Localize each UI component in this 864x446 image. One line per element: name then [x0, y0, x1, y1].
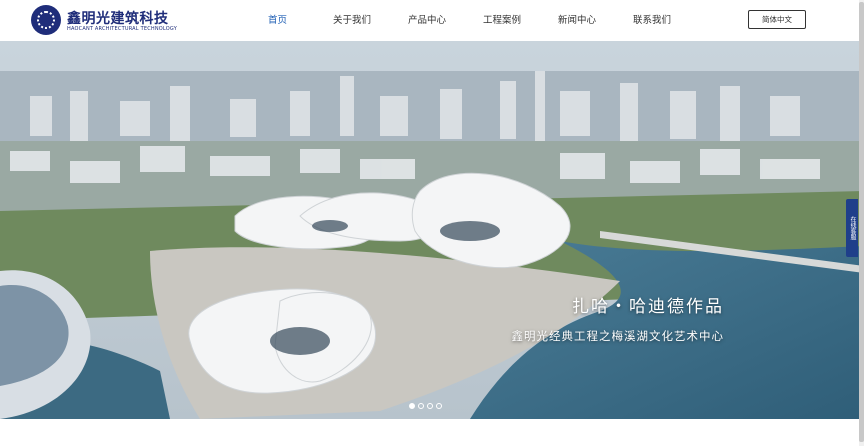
nav-item-home[interactable]: 首页	[268, 12, 287, 26]
scrollbar-thumb[interactable]	[859, 2, 864, 442]
carousel-dot[interactable]	[436, 403, 442, 409]
nav-item-about[interactable]: 关于我们	[333, 12, 371, 26]
carousel-dot[interactable]	[427, 403, 433, 409]
hero-banner[interactable]: 扎哈・哈迪德作品 鑫明光经典工程之梅溪湖文化艺术中心	[0, 41, 864, 419]
nav-item-contact[interactable]: 联系我们	[633, 12, 671, 26]
nav-item-products[interactable]: 产品中心	[408, 12, 446, 26]
carousel-dots	[409, 403, 442, 409]
site-header: 鑫明光建筑科技 HAOCANT ARCHITECTURAL TECHNOLOGY…	[0, 0, 864, 41]
main-nav: 首页 关于我们 产品中心 工程案例 新闻中心 联系我们	[0, 0, 864, 41]
carousel-dot[interactable]	[409, 403, 415, 409]
page-scrollbar[interactable]	[859, 0, 864, 446]
carousel-dot[interactable]	[418, 403, 424, 409]
online-service-tab[interactable]: 在线客服	[846, 199, 858, 257]
language-button[interactable]: 简体中文	[748, 10, 806, 29]
nav-item-news[interactable]: 新闻中心	[558, 12, 596, 26]
banner-image	[0, 41, 864, 419]
banner-title: 扎哈・哈迪德作品	[572, 297, 724, 317]
online-service-label: 在线客服	[849, 216, 856, 240]
page-bottom-area	[0, 419, 859, 446]
nav-item-cases[interactable]: 工程案例	[483, 12, 521, 26]
banner-subtitle: 鑫明光经典工程之梅溪湖文化艺术中心	[511, 329, 724, 343]
